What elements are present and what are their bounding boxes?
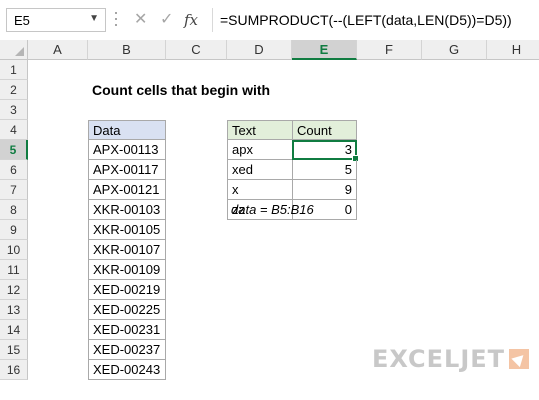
column-header-c[interactable]: C [166, 40, 227, 60]
drag-handle-icon[interactable] [115, 12, 118, 28]
row-header-15[interactable]: 15 [0, 340, 28, 360]
column-header-f[interactable]: F [357, 40, 422, 60]
data-cell[interactable]: XED-00243 [88, 360, 166, 380]
formula-bar: E5 ▼ ✕ ✓ fx =SUMPRODUCT(--(LEFT(data,LEN… [0, 0, 539, 40]
data-cell[interactable]: XKR-00103 [88, 200, 166, 220]
formula-input[interactable]: =SUMPRODUCT(--(LEFT(data,LEN(D5))=D5)) [220, 12, 512, 28]
row-header-11[interactable]: 11 [0, 260, 28, 280]
row-header-16[interactable]: 16 [0, 360, 28, 380]
exceljet-logo: EXCELJET [372, 345, 530, 375]
table-header-count[interactable]: Count [292, 120, 357, 140]
data-cell[interactable]: XED-00219 [88, 280, 166, 300]
row-header-14[interactable]: 14 [0, 320, 28, 340]
select-all-corner[interactable] [0, 40, 28, 60]
data-cell[interactable]: XED-00231 [88, 320, 166, 340]
name-box-value: E5 [14, 13, 30, 28]
row-header-10[interactable]: 10 [0, 240, 28, 260]
selected-cell-e5[interactable]: 3 [292, 140, 359, 162]
row-header-4[interactable]: 4 [0, 120, 28, 140]
data-cell[interactable]: APX-00117 [88, 160, 166, 180]
named-range-note[interactable]: data = B5:B16 [227, 200, 357, 220]
table-count-cell[interactable]: 5 [292, 160, 357, 180]
row-header-6[interactable]: 6 [0, 160, 28, 180]
row-header-3[interactable]: 3 [0, 100, 28, 120]
data-cell[interactable]: XED-00237 [88, 340, 166, 360]
column-header-h[interactable]: H [487, 40, 539, 60]
row-header-2[interactable]: 2 [0, 80, 28, 100]
column-header-a[interactable]: A [28, 40, 88, 60]
formula-bar-buttons: ✕ ✓ fx [126, 8, 213, 32]
sheet-title[interactable]: Count cells that begin with [88, 80, 308, 100]
row-header-13[interactable]: 13 [0, 300, 28, 320]
row-header-9[interactable]: 9 [0, 220, 28, 240]
table-text-cell[interactable]: apx [227, 140, 292, 160]
row-header-7[interactable]: 7 [0, 180, 28, 200]
column-header-d[interactable]: D [227, 40, 292, 60]
column-header-b[interactable]: B [88, 40, 166, 60]
name-box[interactable]: E5 ▼ [6, 8, 106, 32]
data-cell[interactable]: XKR-00105 [88, 220, 166, 240]
row-header-1[interactable]: 1 [0, 60, 28, 80]
data-cell[interactable]: XED-00225 [88, 300, 166, 320]
logo-text: EXCELJET [372, 345, 506, 373]
logo-mark-icon [509, 349, 530, 369]
insert-function-icon[interactable]: fx [184, 8, 198, 32]
chevron-down-icon[interactable]: ▼ [89, 13, 99, 24]
table-count-cell[interactable]: 9 [292, 180, 357, 200]
row-header-8[interactable]: 8 [0, 200, 28, 220]
table-header-text[interactable]: Text [227, 120, 292, 140]
column-header-e[interactable]: E [292, 40, 357, 60]
table-text-cell[interactable]: x [227, 180, 292, 200]
cancel-icon[interactable]: ✕ [134, 8, 147, 32]
data-header-cell[interactable]: Data [88, 120, 166, 140]
data-cell[interactable]: XKR-00109 [88, 260, 166, 280]
data-cell[interactable]: APX-00113 [88, 140, 166, 160]
row-header-5[interactable]: 5 [0, 140, 28, 160]
enter-check-icon[interactable]: ✓ [160, 8, 173, 32]
row-header-12[interactable]: 12 [0, 280, 28, 300]
data-cell[interactable]: APX-00121 [88, 180, 166, 200]
column-header-g[interactable]: G [422, 40, 487, 60]
data-cell[interactable]: XKR-00107 [88, 240, 166, 260]
table-text-cell[interactable]: xed [227, 160, 292, 180]
